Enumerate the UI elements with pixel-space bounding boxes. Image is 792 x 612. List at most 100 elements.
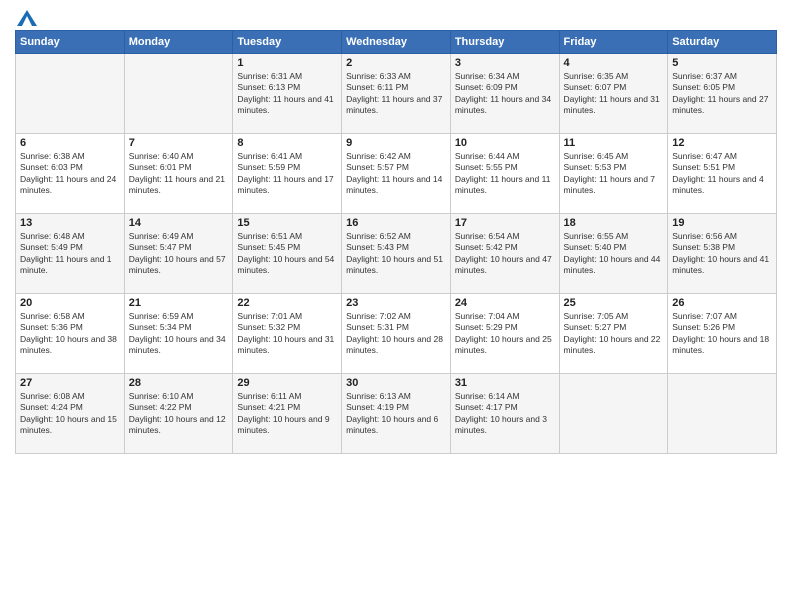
calendar-cell: 21 Sunrise: 6:59 AMSunset: 5:34 PMDayligh…: [124, 294, 233, 374]
calendar-cell: 18 Sunrise: 6:55 AMSunset: 5:40 PMDayligh…: [559, 214, 668, 294]
calendar-header-tuesday: Tuesday: [233, 31, 342, 54]
day-number: 5: [672, 57, 772, 69]
calendar-header-sunday: Sunday: [16, 31, 125, 54]
calendar-week-row: 27 Sunrise: 6:08 AMSunset: 4:24 PMDayligh…: [16, 374, 777, 454]
day-info: Sunrise: 7:02 AMSunset: 5:31 PMDaylight:…: [346, 311, 446, 357]
calendar-cell: 19 Sunrise: 6:56 AMSunset: 5:38 PMDayligh…: [668, 214, 777, 294]
day-info: Sunrise: 6:54 AMSunset: 5:42 PMDaylight:…: [455, 231, 555, 277]
day-info: Sunrise: 6:10 AMSunset: 4:22 PMDaylight:…: [129, 391, 229, 437]
calendar-header-thursday: Thursday: [450, 31, 559, 54]
calendar-cell: [16, 54, 125, 134]
calendar-cell: 25Sunrise: 7:05 AMSunset: 5:27 PMDayligh…: [559, 294, 668, 374]
calendar-cell: 4 Sunrise: 6:35 AMSunset: 6:07 PMDaylight…: [559, 54, 668, 134]
calendar-cell: 9 Sunrise: 6:42 AMSunset: 5:57 PMDaylight…: [342, 134, 451, 214]
day-number: 9: [346, 137, 446, 149]
day-info: Sunrise: 6:38 AMSunset: 6:03 PMDaylight:…: [20, 151, 120, 197]
day-number: 18: [564, 217, 664, 229]
calendar-cell: 11 Sunrise: 6:45 AMSunset: 5:53 PMDayligh…: [559, 134, 668, 214]
day-number: 11: [564, 137, 664, 149]
day-number: 12: [672, 137, 772, 149]
day-info: Sunrise: 7:04 AMSunset: 5:29 PMDaylight:…: [455, 311, 555, 357]
calendar-cell: 16Sunrise: 6:52 AMSunset: 5:43 PMDayligh…: [342, 214, 451, 294]
calendar-cell: 7 Sunrise: 6:40 AMSunset: 6:01 PMDaylight…: [124, 134, 233, 214]
calendar-cell: 20 Sunrise: 6:58 AMSunset: 5:36 PMDayligh…: [16, 294, 125, 374]
day-info: Sunrise: 6:55 AMSunset: 5:40 PMDaylight:…: [564, 231, 664, 277]
calendar-cell: 14 Sunrise: 6:49 AMSunset: 5:47 PMDayligh…: [124, 214, 233, 294]
calendar-cell: 24 Sunrise: 7:04 AMSunset: 5:29 PMDayligh…: [450, 294, 559, 374]
day-info: Sunrise: 6:08 AMSunset: 4:24 PMDaylight:…: [20, 391, 120, 437]
day-number: 24: [455, 297, 555, 309]
calendar-cell: 8 Sunrise: 6:41 AMSunset: 5:59 PMDaylight…: [233, 134, 342, 214]
day-info: Sunrise: 6:31 AMSunset: 6:13 PMDaylight:…: [237, 71, 337, 117]
calendar-cell: [668, 374, 777, 454]
day-number: 14: [129, 217, 229, 229]
day-number: 4: [564, 57, 664, 69]
calendar-cell: 27 Sunrise: 6:08 AMSunset: 4:24 PMDayligh…: [16, 374, 125, 454]
calendar-cell: 22Sunrise: 7:01 AMSunset: 5:32 PMDayligh…: [233, 294, 342, 374]
day-info: Sunrise: 6:49 AMSunset: 5:47 PMDaylight:…: [129, 231, 229, 277]
calendar-header-row: SundayMondayTuesdayWednesdayThursdayFrid…: [16, 31, 777, 54]
calendar-week-row: 13 Sunrise: 6:48 AMSunset: 5:49 PMDayligh…: [16, 214, 777, 294]
day-number: 19: [672, 217, 772, 229]
calendar-cell: 26 Sunrise: 7:07 AMSunset: 5:26 PMDayligh…: [668, 294, 777, 374]
calendar-week-row: 1 Sunrise: 6:31 AMSunset: 6:13 PMDaylight…: [16, 54, 777, 134]
day-info: Sunrise: 6:37 AMSunset: 6:05 PMDaylight:…: [672, 71, 772, 117]
day-number: 20: [20, 297, 120, 309]
day-number: 7: [129, 137, 229, 149]
logo-icon: [17, 10, 37, 26]
calendar-cell: 23 Sunrise: 7:02 AMSunset: 5:31 PMDayligh…: [342, 294, 451, 374]
day-info: Sunrise: 6:56 AMSunset: 5:38 PMDaylight:…: [672, 231, 772, 277]
day-number: 16: [346, 217, 446, 229]
day-info: Sunrise: 6:41 AMSunset: 5:59 PMDaylight:…: [237, 151, 337, 197]
day-number: 28: [129, 377, 229, 389]
day-info: Sunrise: 7:05 AMSunset: 5:27 PMDaylight:…: [564, 311, 664, 357]
calendar-cell: [124, 54, 233, 134]
calendar-week-row: 6 Sunrise: 6:38 AMSunset: 6:03 PMDaylight…: [16, 134, 777, 214]
calendar-cell: 28 Sunrise: 6:10 AMSunset: 4:22 PMDayligh…: [124, 374, 233, 454]
page: SundayMondayTuesdayWednesdayThursdayFrid…: [0, 0, 792, 612]
day-info: Sunrise: 6:47 AMSunset: 5:51 PMDaylight:…: [672, 151, 772, 197]
calendar-cell: 15Sunrise: 6:51 AMSunset: 5:45 PMDayligh…: [233, 214, 342, 294]
day-number: 31: [455, 377, 555, 389]
day-number: 29: [237, 377, 337, 389]
calendar-week-row: 20 Sunrise: 6:58 AMSunset: 5:36 PMDayligh…: [16, 294, 777, 374]
day-number: 2: [346, 57, 446, 69]
calendar-header-monday: Monday: [124, 31, 233, 54]
day-info: Sunrise: 6:40 AMSunset: 6:01 PMDaylight:…: [129, 151, 229, 197]
calendar-cell: 13 Sunrise: 6:48 AMSunset: 5:49 PMDayligh…: [16, 214, 125, 294]
day-number: 30: [346, 377, 446, 389]
day-number: 6: [20, 137, 120, 149]
day-number: 27: [20, 377, 120, 389]
calendar-cell: [559, 374, 668, 454]
day-number: 15: [237, 217, 337, 229]
day-number: 8: [237, 137, 337, 149]
day-info: Sunrise: 6:48 AMSunset: 5:49 PMDaylight:…: [20, 231, 120, 277]
calendar-cell: 2Sunrise: 6:33 AMSunset: 6:11 PMDaylight…: [342, 54, 451, 134]
day-info: Sunrise: 7:07 AMSunset: 5:26 PMDaylight:…: [672, 311, 772, 357]
calendar-header-friday: Friday: [559, 31, 668, 54]
day-number: 13: [20, 217, 120, 229]
calendar-cell: 30Sunrise: 6:13 AMSunset: 4:19 PMDayligh…: [342, 374, 451, 454]
calendar-cell: 31Sunrise: 6:14 AMSunset: 4:17 PMDayligh…: [450, 374, 559, 454]
calendar-cell: 12 Sunrise: 6:47 AMSunset: 5:51 PMDayligh…: [668, 134, 777, 214]
day-number: 10: [455, 137, 555, 149]
day-number: 3: [455, 57, 555, 69]
day-info: Sunrise: 6:45 AMSunset: 5:53 PMDaylight:…: [564, 151, 664, 197]
day-number: 21: [129, 297, 229, 309]
day-number: 17: [455, 217, 555, 229]
day-number: 23: [346, 297, 446, 309]
day-number: 1: [237, 57, 337, 69]
day-info: Sunrise: 6:59 AMSunset: 5:34 PMDaylight:…: [129, 311, 229, 357]
day-number: 26: [672, 297, 772, 309]
calendar-cell: 1 Sunrise: 6:31 AMSunset: 6:13 PMDaylight…: [233, 54, 342, 134]
calendar-cell: 10 Sunrise: 6:44 AMSunset: 5:55 PMDayligh…: [450, 134, 559, 214]
day-info: Sunrise: 6:42 AMSunset: 5:57 PMDaylight:…: [346, 151, 446, 197]
calendar-cell: 6 Sunrise: 6:38 AMSunset: 6:03 PMDaylight…: [16, 134, 125, 214]
day-info: Sunrise: 6:58 AMSunset: 5:36 PMDaylight:…: [20, 311, 120, 357]
day-info: Sunrise: 6:34 AMSunset: 6:09 PMDaylight:…: [455, 71, 555, 117]
logo: [15, 10, 37, 22]
calendar-header-saturday: Saturday: [668, 31, 777, 54]
day-info: Sunrise: 6:35 AMSunset: 6:07 PMDaylight:…: [564, 71, 664, 117]
header: [15, 10, 777, 22]
day-info: Sunrise: 6:44 AMSunset: 5:55 PMDaylight:…: [455, 151, 555, 197]
